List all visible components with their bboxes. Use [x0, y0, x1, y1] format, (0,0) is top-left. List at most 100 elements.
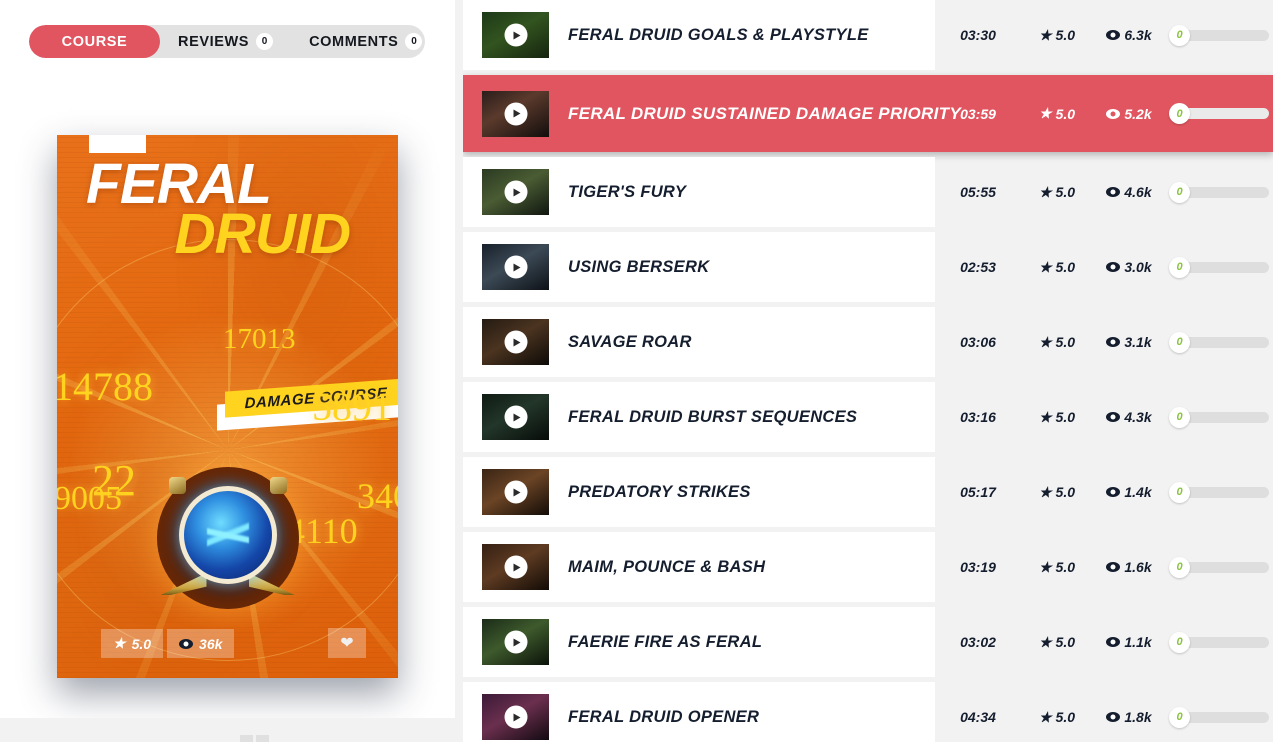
tab-label: REVIEWS — [178, 33, 250, 50]
video-views: 3.0k — [1093, 259, 1165, 275]
video-thumbnail[interactable] — [482, 169, 549, 215]
star-icon: ★ — [1038, 408, 1052, 425]
tab-comments[interactable]: COMMENTS 0 — [291, 25, 425, 58]
video-progress-slider[interactable]: 0 — [1169, 481, 1269, 503]
video-progress-slider[interactable]: 0 — [1169, 406, 1269, 428]
video-row-main[interactable]: TIGER'S FURY — [463, 157, 935, 227]
play-icon[interactable] — [504, 102, 527, 125]
favorite-button[interactable]: ❤ — [1269, 101, 1273, 127]
tab-reviews[interactable]: REVIEWS 0 — [160, 25, 291, 58]
video-thumbnail[interactable] — [482, 619, 549, 665]
video-progress-slider[interactable]: 0 — [1169, 181, 1269, 203]
video-row[interactable]: SAVAGE ROAR 03:06 ★5.0 3.1k 0 ❤ — [463, 307, 1273, 377]
video-progress-slider[interactable]: 0 — [1169, 103, 1269, 125]
video-row[interactable]: FERAL DRUID OPENER 04:34 ★5.0 1.8k 0 ❤ — [463, 682, 1273, 742]
video-thumbnail[interactable] — [482, 394, 549, 440]
favorite-button[interactable]: ❤ — [1269, 629, 1273, 655]
video-progress-slider[interactable]: 0 — [1169, 24, 1269, 46]
video-rating: ★ 5.0 — [1021, 27, 1093, 44]
progress-knob[interactable]: 0 — [1169, 481, 1190, 503]
video-row[interactable]: FERAL DRUID BURST SEQUENCES 03:16 ★ 5.0 4.3k… — [463, 382, 1273, 452]
video-row-main[interactable]: SAVAGE ROAR — [463, 307, 935, 377]
video-row[interactable]: FERAL DRUID GOALS & PLAYSTYLE 03:30 ★ 5.0 6.… — [463, 0, 1273, 70]
video-row[interactable]: USING BERSERK 02:53 ★5.0 3.0k 0 ❤ — [463, 232, 1273, 302]
progress-knob[interactable]: 0 — [1169, 256, 1190, 278]
favorite-button[interactable]: ❤ — [1269, 179, 1273, 205]
emblem-orb — [178, 486, 277, 585]
video-thumbnail[interactable] — [482, 244, 549, 290]
play-icon[interactable] — [504, 405, 527, 429]
favorite-button[interactable]: ❤ — [1269, 254, 1273, 280]
progress-knob[interactable]: 0 — [1169, 406, 1190, 428]
progress-knob[interactable]: 0 — [1169, 103, 1190, 124]
video-rating: ★ 5.0 — [1021, 484, 1093, 501]
favorite-button[interactable]: ❤ — [1269, 22, 1273, 48]
video-rating: ★ 5.0 — [1021, 259, 1093, 276]
video-rating-value: 5.0 — [1055, 259, 1076, 275]
video-row[interactable]: FAERIE FIRE AS FERAL 03:02 ★5.0 1.1k 0 ❤ — [463, 607, 1273, 677]
eye-icon — [1106, 562, 1121, 572]
pagination-tick[interactable] — [256, 735, 269, 742]
video-row-main[interactable]: FERAL DRUID SUSTAINED DAMAGE PRIORITY — [463, 75, 961, 152]
video-views-value: 5.2k — [1124, 105, 1152, 122]
favorite-button[interactable]: ❤ — [1269, 554, 1273, 580]
video-row[interactable]: PREDATORY STRIKES 05:17 ★5.0 1.4k 0 ❤ — [463, 457, 1273, 527]
eye-icon — [1106, 412, 1121, 422]
favorite-button[interactable]: ❤ — [1269, 704, 1273, 730]
video-row[interactable]: MAIM, POUNCE & BASH 03:19 ★5.0 1.6k 0 ❤ — [463, 532, 1273, 602]
progress-knob[interactable]: 0 — [1169, 181, 1190, 203]
video-row-main[interactable]: FERAL DRUID BURST SEQUENCES — [463, 382, 935, 452]
progress-track — [1179, 336, 1269, 348]
progress-knob[interactable]: 0 — [1169, 631, 1190, 653]
poster-favorite-button[interactable]: ❤ — [328, 628, 366, 658]
favorite-button[interactable]: ❤ — [1269, 329, 1273, 355]
star-icon: ★ — [1038, 708, 1052, 725]
tab-course[interactable]: COURSE — [29, 25, 160, 58]
video-thumbnail[interactable] — [482, 469, 549, 515]
video-row[interactable]: TIGER'S FURY 05:55 ★5.0 4.6k 0 ❤ — [463, 157, 1273, 227]
favorite-button[interactable]: ❤ — [1269, 404, 1273, 430]
play-icon[interactable] — [504, 255, 527, 279]
course-left-panel: COURSE REVIEWS 0 COMMENTS 0 FERAL DRUID DAMA… — [0, 0, 455, 718]
pagination-tick[interactable] — [240, 735, 253, 742]
video-views-value: 1.8k — [1124, 709, 1152, 725]
progress-knob[interactable]: 0 — [1169, 556, 1190, 578]
progress-knob[interactable]: 0 — [1169, 24, 1190, 46]
play-icon[interactable] — [504, 330, 527, 354]
progress-track — [1179, 636, 1269, 648]
video-thumbnail[interactable] — [482, 90, 549, 137]
play-icon[interactable] — [504, 630, 527, 654]
video-thumbnail[interactable] — [482, 12, 549, 58]
play-icon[interactable] — [504, 555, 527, 579]
video-row-main[interactable]: FERAL DRUID GOALS & PLAYSTYLE — [463, 0, 935, 70]
video-progress-slider[interactable]: 0 — [1169, 706, 1269, 728]
video-progress-slider[interactable]: 0 — [1169, 631, 1269, 653]
play-icon[interactable] — [504, 23, 527, 47]
video-row-active[interactable]: FERAL DRUID SUSTAINED DAMAGE PRIORITY 03:… — [463, 75, 1273, 152]
video-row-main[interactable]: USING BERSERK — [463, 232, 935, 302]
video-views-value: 6.3k — [1124, 27, 1152, 43]
course-poster[interactable]: FERAL DRUID DAMAGE COURSE 17013 14788 5891… — [57, 135, 398, 678]
play-icon[interactable] — [504, 705, 527, 729]
video-progress-slider[interactable]: 0 — [1169, 256, 1269, 278]
video-row-main[interactable]: FAERIE FIRE AS FERAL — [463, 607, 935, 677]
video-progress-slider[interactable]: 0 — [1169, 331, 1269, 353]
video-row-main[interactable]: PREDATORY STRIKES — [463, 457, 935, 527]
video-title: MAIM, POUNCE & BASH — [568, 557, 766, 576]
pagination-ticks[interactable] — [240, 735, 270, 742]
play-icon[interactable] — [504, 480, 527, 504]
video-thumbnail[interactable] — [482, 319, 549, 365]
video-progress-slider[interactable]: 0 — [1169, 556, 1269, 578]
video-views-value: 1.4k — [1124, 484, 1152, 500]
video-row-main[interactable]: FERAL DRUID OPENER — [463, 682, 935, 742]
video-rating: ★ 5.0 — [1021, 409, 1093, 426]
progress-knob[interactable]: 0 — [1169, 331, 1190, 353]
video-row-main[interactable]: MAIM, POUNCE & BASH — [463, 532, 935, 602]
star-icon: ★ — [1038, 105, 1052, 121]
play-icon[interactable] — [504, 180, 527, 204]
video-thumbnail[interactable] — [482, 544, 549, 590]
progress-track — [1179, 561, 1269, 573]
favorite-button[interactable]: ❤ — [1269, 479, 1273, 505]
progress-knob[interactable]: 0 — [1169, 706, 1190, 728]
video-thumbnail[interactable] — [482, 694, 549, 740]
